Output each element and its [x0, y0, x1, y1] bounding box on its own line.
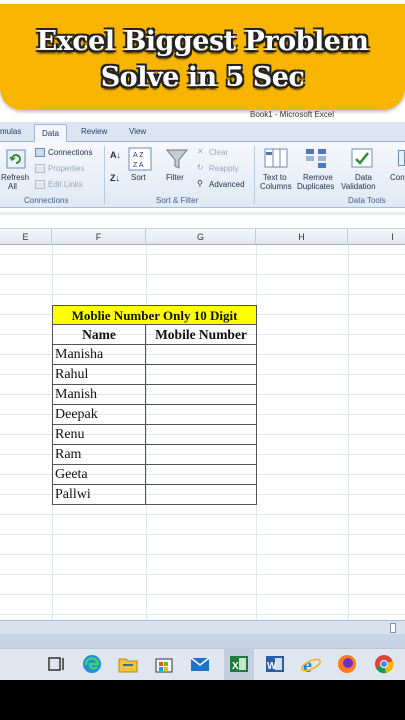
connections-group-label: Connections: [24, 196, 69, 205]
edge-icon[interactable]: [81, 653, 103, 675]
table-title-cell[interactable]: Moblie Number Only 10 Digit: [52, 305, 257, 325]
connections-icon: [35, 148, 45, 157]
filter-funnel-icon: [165, 149, 189, 169]
sort-filter-group-label: Sort & Filter: [156, 196, 199, 205]
screen: Excel Biggest Problem Solve in 5 Sec Boo…: [0, 0, 405, 720]
connections-label: Connections: [48, 148, 93, 157]
task-view-icon[interactable]: [45, 653, 67, 675]
remove-label: Remove: [303, 173, 333, 182]
name-cell[interactable]: Ram: [52, 445, 146, 465]
mobile-cell[interactable]: [145, 485, 257, 505]
edit-links-label: Edit Links: [48, 180, 83, 189]
gridline: [348, 245, 349, 620]
formula-bar-divider: [0, 212, 405, 215]
text-to-columns-icon: [264, 148, 288, 168]
reapply-icon: ↻: [197, 163, 204, 172]
clear-label: Clear: [209, 148, 229, 157]
consolidate-label: Con: [390, 173, 405, 182]
window-title: Book1 - Microsoft Excel: [250, 110, 335, 119]
tab-formulas[interactable]: mulas: [0, 127, 21, 136]
mobile-cell[interactable]: [145, 345, 257, 365]
file-explorer-icon[interactable]: [117, 653, 139, 675]
column-header-row: E F G H I: [0, 229, 405, 245]
refresh-label: Refresh: [1, 173, 30, 182]
reapply-label: Reapply: [209, 164, 239, 173]
column-header-i[interactable]: I: [348, 229, 405, 245]
duplicates-label: Duplicates: [297, 182, 335, 191]
tab-review[interactable]: Review: [81, 127, 107, 136]
clear-icon: ✕: [197, 147, 204, 156]
mail-icon[interactable]: [189, 653, 211, 675]
properties-label: Properties: [48, 164, 85, 173]
name-cell[interactable]: Renu: [52, 425, 146, 445]
group-separator: [254, 146, 255, 204]
svg-text:Z A: Z A: [133, 162, 144, 169]
filter-label: Filter: [166, 173, 184, 182]
scroll-thumb[interactable]: [390, 623, 396, 633]
name-cell[interactable]: Rahul: [52, 365, 146, 385]
advanced-label: Advanced: [209, 180, 245, 189]
firefox-icon[interactable]: [336, 653, 358, 675]
svg-text:W: W: [267, 661, 277, 672]
banner-line-2: Solve in 5 Sec: [100, 62, 305, 93]
refresh-sub-label: All: [8, 182, 17, 191]
column-header-f[interactable]: F: [52, 229, 146, 245]
edit-links-icon: [35, 180, 45, 189]
sort-icon: A Z Z A: [128, 147, 152, 171]
mobile-cell[interactable]: [145, 425, 257, 445]
name-cell[interactable]: Pallwi: [52, 485, 146, 505]
store-icon[interactable]: [153, 653, 175, 675]
validation-label: Validation: [341, 182, 376, 191]
remove-duplicates-icon: [306, 149, 326, 168]
column-header-g[interactable]: G: [146, 229, 256, 245]
word-icon[interactable]: W: [264, 653, 286, 675]
data-tools-group-label: Data Tools: [348, 196, 386, 205]
data-validation-icon: [351, 148, 373, 168]
name-cell[interactable]: Geeta: [52, 465, 146, 485]
excel-icon[interactable]: X: [228, 653, 250, 675]
header-cell-mobile-number[interactable]: Mobile Number: [145, 325, 257, 345]
column-header-e[interactable]: E: [0, 229, 52, 245]
mobile-cell[interactable]: [145, 405, 257, 425]
horizontal-scrollbar[interactable]: [0, 620, 405, 634]
properties-icon: [35, 164, 45, 173]
sort-za-icon[interactable]: Z↓: [110, 173, 120, 183]
header-cell-name[interactable]: Name: [52, 325, 146, 345]
ribbon-tab-bar: mulas Data Review View: [0, 122, 405, 143]
mobile-cell[interactable]: [145, 365, 257, 385]
mobile-cell[interactable]: [145, 385, 257, 405]
banner-line-1: Excel Biggest Problem: [36, 26, 369, 57]
chrome-icon[interactable]: [373, 653, 395, 675]
svg-text:A Z: A Z: [133, 152, 144, 159]
text-to-label: Text to: [263, 173, 287, 182]
sort-label: Sort: [131, 173, 146, 182]
column-header-h[interactable]: H: [256, 229, 348, 245]
name-cell[interactable]: Manish: [52, 385, 146, 405]
mobile-cell[interactable]: [145, 445, 257, 465]
group-separator: [104, 146, 105, 204]
data-label: Data: [355, 173, 372, 182]
sort-az-icon[interactable]: A↓: [110, 150, 121, 160]
refresh-icon: [6, 149, 26, 169]
name-cell[interactable]: Manisha: [52, 345, 146, 365]
tab-view[interactable]: View: [129, 127, 146, 136]
status-bar: [0, 634, 405, 648]
svg-text:X: X: [232, 661, 239, 672]
title-banner: Excel Biggest Problem Solve in 5 Sec: [0, 4, 405, 110]
ribbon-body: Refresh All Connections Properties Edit …: [0, 142, 405, 208]
internet-explorer-icon[interactable]: e: [300, 653, 322, 675]
advanced-icon: ⚲: [197, 179, 203, 188]
name-cell[interactable]: Deepak: [52, 405, 146, 425]
mobile-cell[interactable]: [145, 465, 257, 485]
columns-label: Columns: [260, 182, 292, 191]
consolidate-icon: [398, 150, 405, 166]
tab-data[interactable]: Data: [34, 124, 67, 143]
bottom-letterbox: [0, 680, 405, 720]
